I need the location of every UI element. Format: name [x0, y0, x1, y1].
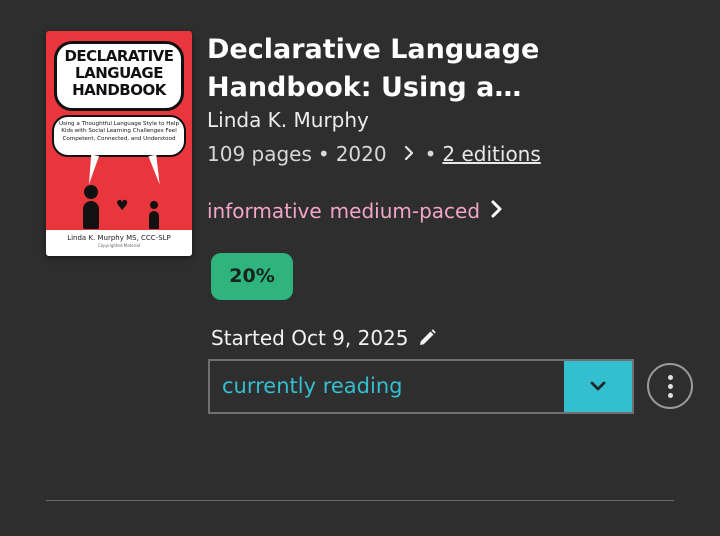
book-meta: 109 pages • 2020 • 2 editions: [207, 142, 541, 166]
cover-figure-body: [83, 201, 99, 229]
cover-headline: DECLARATIVE LANGUAGE HANDBOOK: [54, 41, 184, 111]
progress-badge[interactable]: 20%: [211, 253, 293, 300]
meta-separator: •: [424, 142, 437, 166]
mood-tags[interactable]: informative medium-paced: [207, 199, 502, 223]
cover-subtitle: Using a Thoughtful Language Style to Hel…: [52, 115, 186, 157]
cover-headline-line: LANGUAGE: [75, 64, 163, 82]
mood-tag: medium-paced: [329, 199, 481, 223]
heart-icon: ♥: [116, 198, 129, 214]
chevron-right-icon: [490, 199, 502, 223]
cover-author: Linda K. Murphy MS, CCC-SLP: [67, 234, 171, 242]
cover-figure-head: [84, 185, 98, 199]
cover-footer: Linda K. Murphy MS, CCC-SLP Copyrighted …: [46, 230, 192, 256]
start-date-label: Started Oct 9, 2025: [211, 326, 409, 350]
book-cover[interactable]: DECLARATIVE LANGUAGE HANDBOOK Using a Th…: [46, 31, 192, 256]
reading-status-value: currently reading: [222, 374, 403, 398]
more-vertical-icon: [667, 374, 673, 380]
chevron-right-icon[interactable]: [403, 142, 415, 166]
reading-status-select[interactable]: currently reading: [208, 359, 634, 414]
status-dropdown-button[interactable]: [564, 361, 632, 412]
cover-headline-line: DECLARATIVE: [64, 47, 174, 65]
cover-bubble-tail: [148, 154, 164, 186]
pencil-icon[interactable]: [417, 328, 437, 348]
start-date[interactable]: Started Oct 9, 2025: [211, 326, 437, 350]
cover-bubble-tail: [84, 154, 100, 186]
editions-link[interactable]: 2 editions: [442, 142, 540, 166]
cover-headline-line: HANDBOOK: [72, 81, 166, 99]
page-count: 109 pages: [207, 142, 312, 166]
cover-figure-head: [150, 201, 158, 209]
chevron-down-icon: [589, 377, 607, 396]
cover-figure-body: [149, 211, 159, 229]
publish-year: 2020: [335, 142, 387, 166]
book-title[interactable]: Declarative Language Handbook: Using a…: [207, 31, 627, 107]
more-options-button[interactable]: [647, 363, 693, 409]
meta-separator: •: [317, 142, 330, 166]
book-author[interactable]: Linda K. Murphy: [207, 108, 369, 132]
cover-copyright: Copyrighted Material: [97, 243, 141, 248]
divider: [46, 500, 674, 501]
mood-tag: informative: [207, 199, 322, 223]
